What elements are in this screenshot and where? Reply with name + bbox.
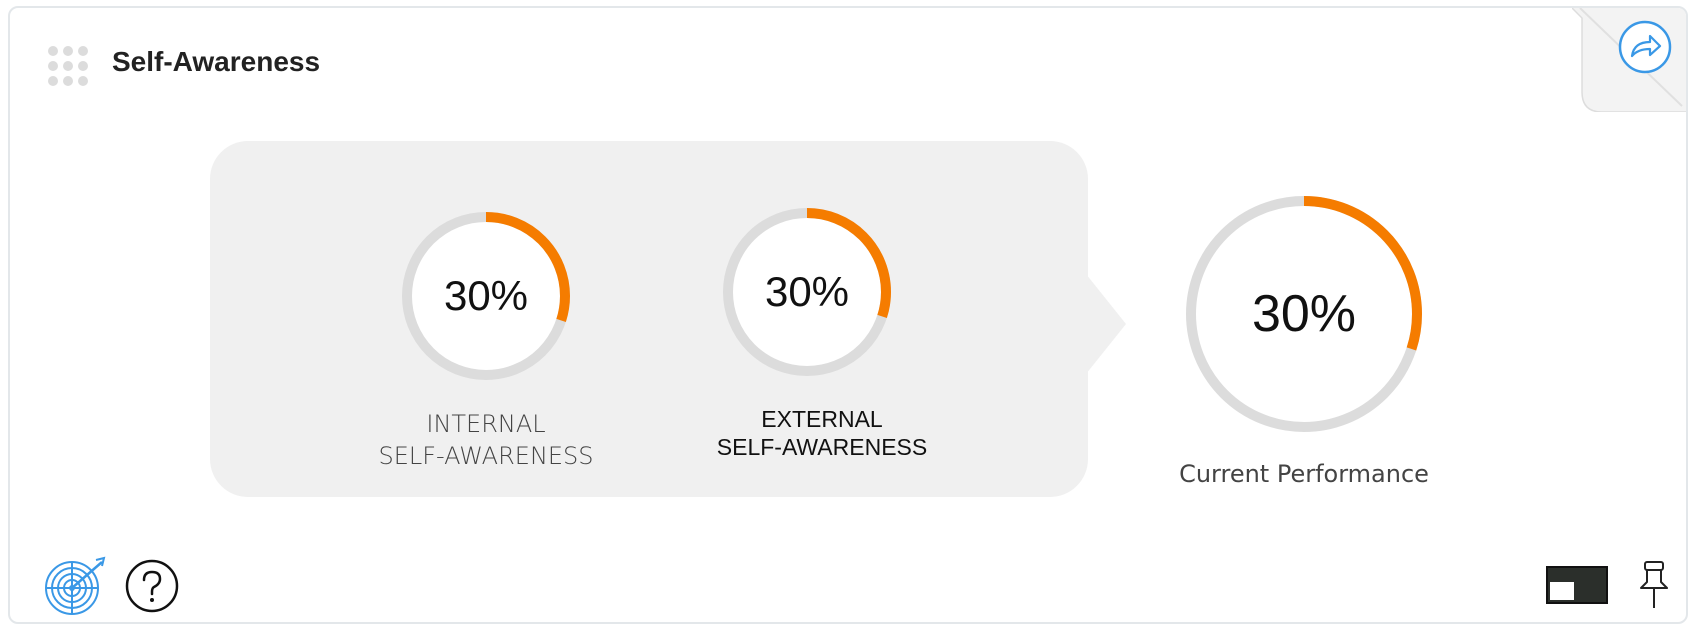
external-self-awareness-label: EXTERNAL SELF-AWARENESS — [672, 406, 972, 461]
target-icon — [45, 556, 106, 615]
current-percentage: 30% — [1251, 285, 1357, 343]
pin-button[interactable] — [1636, 560, 1672, 610]
external-self-awareness-gauge: 30% — [721, 206, 893, 378]
help-icon — [125, 559, 179, 613]
internal-percentage: 30% — [443, 272, 529, 319]
share-arrow-icon — [1618, 20, 1672, 74]
panel-pointer-arrow — [1086, 274, 1126, 374]
goals-button[interactable] — [44, 556, 108, 616]
layout-toggle-icon — [1546, 566, 1608, 604]
internal-self-awareness-label: INTERNAL SELF-AWARENESS — [336, 408, 636, 473]
layout-toggle-button[interactable] — [1546, 566, 1608, 604]
external-percentage: 30% — [764, 268, 850, 315]
drag-handle-icon[interactable] — [48, 46, 88, 86]
current-performance-gauge: 30% — [1184, 194, 1424, 434]
share-button[interactable] — [1618, 20, 1672, 74]
external-label-line2: SELF-AWARENESS — [716, 433, 928, 460]
external-label-line1: EXTERNAL — [761, 406, 883, 432]
internal-label-line2: SELF-AWARENESS — [378, 442, 594, 471]
internal-self-awareness-gauge: 30% — [400, 210, 572, 382]
self-awareness-card: Self-Awareness 30% INTERNAL SELF-AWARENE… — [8, 6, 1688, 624]
internal-label-line1: INTERNAL — [426, 410, 546, 438]
current-performance-label: Current Performance — [1179, 460, 1429, 488]
pushpin-icon — [1640, 561, 1668, 608]
card-title: Self-Awareness — [112, 46, 321, 77]
help-button[interactable] — [124, 558, 180, 614]
